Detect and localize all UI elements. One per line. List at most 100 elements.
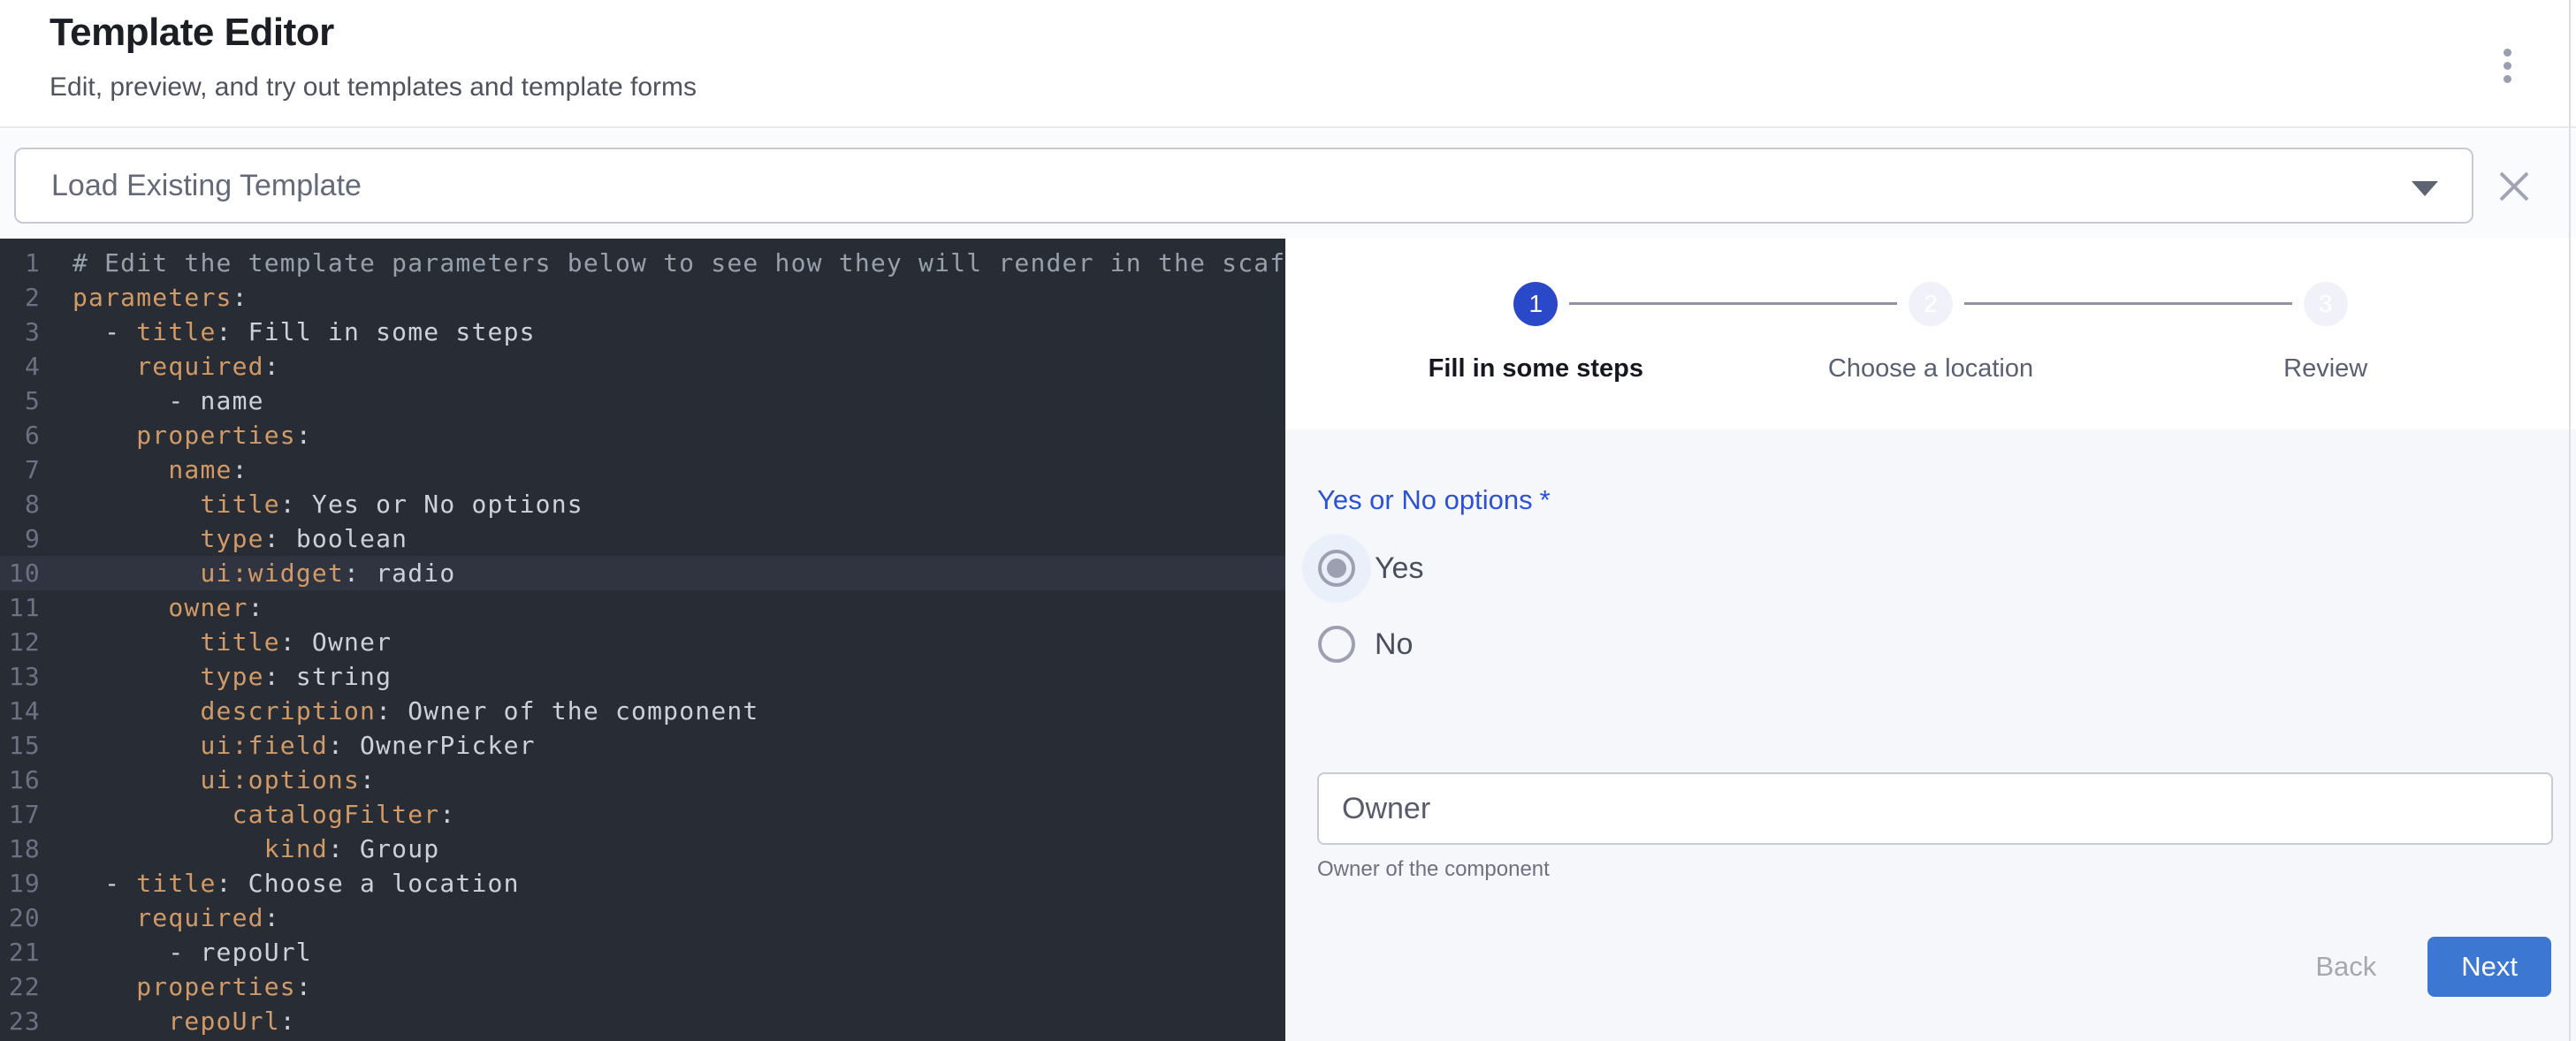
line-number: 10	[0, 556, 41, 590]
code-line-text: required:	[41, 349, 280, 384]
code-line-text: properties:	[41, 418, 312, 452]
code-line[interactable]: 11 owner:	[0, 590, 1285, 625]
line-number: 7	[0, 452, 41, 487]
close-editor-button[interactable]	[2491, 163, 2537, 209]
line-number: 5	[0, 384, 41, 418]
form-footer: Back Next	[1317, 937, 2551, 997]
line-number: 9	[0, 521, 41, 556]
line-number: 3	[0, 315, 41, 349]
code-line[interactable]: 8 title: Yes or No options	[0, 487, 1285, 521]
template-form: Yes or No options* Yes No O	[1285, 429, 2576, 1041]
step-connector	[1569, 302, 1897, 305]
code-line-text: - repoUrl	[41, 935, 312, 969]
step-indicator: 2	[1909, 282, 1953, 326]
line-number: 21	[0, 935, 41, 969]
code-line[interactable]: 21 - repoUrl	[0, 935, 1285, 969]
code-line-text: ui:widget: radio	[41, 556, 455, 590]
radio-group: Yes No	[1302, 530, 2551, 682]
code-line-text: repoUrl:	[41, 1004, 296, 1038]
radio-unselected-icon	[1302, 610, 1371, 679]
code-line-text: title: Yes or No options	[41, 487, 583, 521]
code-line-text: kind: Group	[41, 832, 439, 866]
step-indicator: 1	[1513, 282, 1558, 326]
line-number: 16	[0, 763, 41, 797]
code-line-text: name:	[41, 452, 248, 487]
code-line[interactable]: 17 catalogFilter:	[0, 797, 1285, 832]
line-number: 18	[0, 832, 41, 866]
line-number: 15	[0, 728, 41, 763]
line-number: 12	[0, 625, 41, 659]
code-line[interactable]: 6 properties:	[0, 418, 1285, 452]
radio-option-label: No	[1375, 627, 1413, 662]
page-header: Template Editor Edit, preview, and try o…	[0, 0, 2576, 128]
code-line-text: properties:	[41, 969, 312, 1004]
code-line-text: type: boolean	[41, 521, 408, 556]
load-template-select[interactable]: Load Existing Template	[14, 148, 2473, 224]
code-line-text: title: Owner	[41, 625, 392, 659]
code-line[interactable]: 10 ui:widget: radio	[0, 556, 1285, 590]
code-line[interactable]: 20 required:	[0, 900, 1285, 935]
step-label: Review	[2283, 354, 2367, 384]
owner-input[interactable]	[1317, 772, 2553, 845]
line-number: 8	[0, 487, 41, 521]
close-icon	[2496, 168, 2533, 205]
code-line[interactable]: 23 repoUrl:	[0, 1004, 1285, 1038]
code-line[interactable]: 5 - name	[0, 384, 1285, 418]
code-line-text: ui:field: OwnerPicker	[41, 728, 536, 763]
line-number: 14	[0, 694, 41, 728]
radio-option-yes[interactable]: Yes	[1302, 530, 2551, 606]
code-line-text: parameters:	[41, 280, 248, 315]
code-line[interactable]: 12 title: Owner	[0, 625, 1285, 659]
line-number: 23	[0, 1004, 41, 1038]
stepper-step-1: 1 Fill in some steps	[1338, 239, 1734, 429]
overflow-menu-button[interactable]	[2481, 30, 2534, 101]
stepper-step-2: 2 Choose a location	[1734, 239, 2129, 429]
field-label-yes-or-no: Yes or No options*	[1317, 484, 2551, 516]
code-line[interactable]: 19 - title: Choose a location	[0, 866, 1285, 900]
code-line[interactable]: 3 - title: Fill in some steps	[0, 315, 1285, 349]
code-lines: 1# Edit the template parameters below to…	[0, 246, 1285, 1038]
code-line-text: required:	[41, 900, 280, 935]
step-connector	[1964, 302, 2292, 305]
radio-option-no[interactable]: No	[1302, 606, 2551, 682]
line-number: 13	[0, 659, 41, 694]
line-number: 11	[0, 590, 41, 625]
code-line[interactable]: 1# Edit the template parameters below to…	[0, 246, 1285, 280]
line-number: 22	[0, 969, 41, 1004]
code-line[interactable]: 18 kind: Group	[0, 832, 1285, 866]
step-indicator: 3	[2304, 282, 2348, 326]
code-line[interactable]: 22 properties:	[0, 969, 1285, 1004]
code-line[interactable]: 13 type: string	[0, 659, 1285, 694]
code-line-text: type: string	[41, 659, 392, 694]
code-line-text: owner:	[41, 590, 264, 625]
code-line[interactable]: 15 ui:field: OwnerPicker	[0, 728, 1285, 763]
line-number: 17	[0, 797, 41, 832]
chevron-down-icon	[2412, 181, 2438, 196]
code-line[interactable]: 4 required:	[0, 349, 1285, 384]
code-line-text: - title: Fill in some steps	[41, 315, 536, 349]
code-line-text: catalogFilter:	[41, 797, 455, 832]
line-number: 19	[0, 866, 41, 900]
stepper-step-3: 3 Review	[2128, 239, 2523, 429]
template-toolbar: Load Existing Template	[0, 130, 2576, 239]
code-line[interactable]: 14 description: Owner of the component	[0, 694, 1285, 728]
code-line[interactable]: 2parameters:	[0, 280, 1285, 315]
back-button[interactable]: Back	[2289, 937, 2403, 997]
line-number: 2	[0, 280, 41, 315]
code-line[interactable]: 7 name:	[0, 452, 1285, 487]
step-label: Fill in some steps	[1429, 354, 1643, 384]
next-button[interactable]: Next	[2427, 937, 2551, 997]
code-line[interactable]: 16 ui:options:	[0, 763, 1285, 797]
radio-selected-icon	[1302, 534, 1371, 603]
owner-helper-text: Owner of the component	[1317, 857, 2551, 882]
stepper: 1 Fill in some steps 2 Choose a location…	[1285, 239, 2576, 429]
code-line-text: description: Owner of the component	[41, 694, 759, 728]
code-line[interactable]: 9 type: boolean	[0, 521, 1285, 556]
code-editor[interactable]: 1# Edit the template parameters below to…	[0, 239, 1285, 1041]
line-number: 1	[0, 246, 41, 280]
kebab-vertical-icon	[2504, 75, 2511, 83]
code-line-text: # Edit the template parameters below to …	[41, 246, 1285, 280]
radio-option-label: Yes	[1375, 551, 1423, 586]
kebab-vertical-icon	[2504, 62, 2511, 70]
code-line-text: - name	[41, 384, 264, 418]
